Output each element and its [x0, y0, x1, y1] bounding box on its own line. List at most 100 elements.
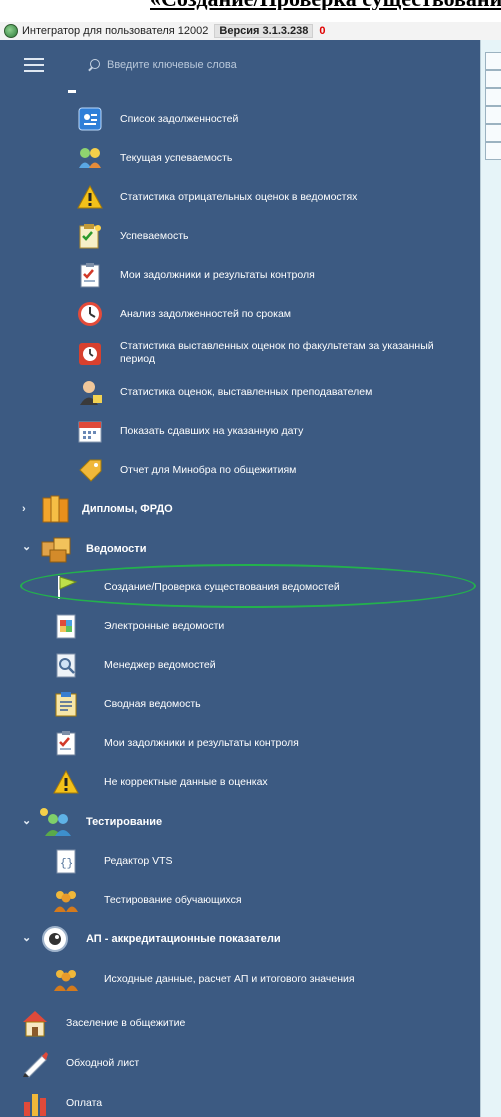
title-bar: Интегратор для пользователя 12002 Версия… [0, 22, 501, 40]
menu-item-label: Отчет для Минобра по общежитиям [120, 463, 297, 476]
notification-badge[interactable]: 0 [319, 25, 325, 37]
menu-item-payment[interactable]: Оплата [0, 1086, 480, 1117]
menu-item-label: Создание/Проверка существования ведомост… [104, 580, 340, 593]
menu-item-label: Менеджер ведомостей [104, 658, 216, 671]
menu-item-my-debtors-2[interactable]: Мои задолжники и результаты контроля [0, 728, 480, 758]
content-cell [485, 124, 501, 142]
clock-icon [78, 302, 102, 326]
chevron-down-icon: ⌄ [22, 932, 32, 944]
content-cell [485, 52, 501, 70]
hamburger-menu-icon[interactable] [24, 58, 44, 72]
teacher-icon [80, 381, 102, 405]
eye-icon [42, 926, 68, 952]
svg-text:{}: {} [60, 858, 73, 870]
menu-item-label: Успеваемость [120, 229, 189, 242]
house-icon [23, 1011, 47, 1037]
clipboard-check-icon [80, 263, 100, 288]
sidebar-topbar [0, 40, 480, 88]
section-testing[interactable]: ⌄ Тестирование [0, 804, 480, 840]
content-cell [485, 106, 501, 124]
section-label: Тестирование [86, 816, 163, 828]
group-icon [54, 891, 78, 912]
menu-item-create-vedomosti[interactable]: Создание/Проверка существования ведомост… [0, 572, 480, 602]
debt-list-icon [78, 107, 102, 131]
warning-icon [53, 769, 79, 794]
clipboard-check-icon [56, 731, 76, 756]
scroll-indicator [68, 90, 76, 93]
menu-item-ap-data[interactable]: Исходные данные, расчет АП и итогового з… [0, 964, 480, 994]
search-icon [88, 58, 101, 72]
boxes-icon [41, 537, 71, 563]
menu-item-passed-by-date[interactable]: Показать сдавших на указанную дату [0, 416, 480, 446]
content-cell [485, 70, 501, 88]
checklist-icon [79, 224, 101, 249]
menu-item-label: Статистика выставленных оценок по факуль… [120, 340, 434, 365]
menu-item-e-vedomosti[interactable]: Электронные ведомости [0, 611, 480, 641]
chevron-down-icon: ⌄ [22, 815, 32, 827]
menu-item-label: Мои задолжники и результаты контроля [104, 736, 299, 749]
app-logo-icon [4, 24, 18, 38]
content-cell [485, 142, 501, 160]
search-input[interactable] [107, 59, 427, 71]
menu-item-debt-list[interactable]: Список задолженностей [0, 104, 480, 134]
tag-icon [79, 459, 102, 482]
menu-item-label: Мои задолжники и результаты контроля [120, 268, 315, 281]
menu-item-current-progress[interactable]: Текущая успеваемость [0, 143, 480, 173]
menu-item-label: Статистика оценок, выставленных преподав… [120, 385, 373, 398]
menu-item-dorm-settlement[interactable]: Заселение в общежитие [0, 1006, 480, 1040]
menu-item-label: Оплата [66, 1097, 103, 1109]
section-label: Дипломы, ФРДО [82, 503, 173, 515]
menu-item-minobr-report[interactable]: Отчет для Минобра по общежитиям [0, 455, 480, 485]
menu-item-label: Список задолженностей [120, 112, 239, 125]
menu-item-performance[interactable]: Успеваемость [0, 221, 480, 251]
menu-item-label: Редактор VTS [104, 854, 173, 867]
group-icon [54, 970, 78, 991]
calendar-icon [78, 421, 102, 443]
menu-item-incorrect-data[interactable]: Не корректные данные в оценках [0, 767, 480, 797]
flag-icon [58, 576, 78, 599]
section-diplomas[interactable]: › Дипломы, ФРДО [0, 492, 480, 526]
content-cell [485, 88, 501, 106]
menu-item-faculty-stats[interactable]: Статистика выставленных оценок по факуль… [0, 336, 480, 372]
menu-item-label: Заселение в общежитие [66, 1017, 186, 1029]
menu-item-teacher-stats[interactable]: Статистика оценок, выставленных преподав… [0, 377, 480, 407]
menu-item-label: Анализ задолженностей по срокам [120, 307, 291, 320]
menu-item-label: Обходной лист [66, 1057, 140, 1069]
document-heading-cropped: «Создание/Проверка существования ведомос… [150, 0, 501, 10]
menu-item-label: Сводная ведомость [104, 697, 201, 710]
e-document-icon [56, 614, 76, 639]
menu-item-vedomosti-manager[interactable]: Менеджер ведомостей [0, 650, 480, 680]
bar-chart-icon [24, 1094, 46, 1116]
search-box[interactable] [88, 54, 448, 76]
books-icon [42, 495, 69, 523]
menu-item-student-testing[interactable]: Тестирование обучающихся [0, 885, 480, 915]
warning-icon [77, 184, 103, 209]
menu-item-bypass-sheet[interactable]: Обходной лист [0, 1046, 480, 1080]
chevron-right-icon: › [22, 503, 26, 515]
users-icon [40, 808, 71, 836]
document-search-icon [56, 653, 76, 678]
menu-item-my-debtors[interactable]: Мои задолжники и результаты контроля [0, 260, 480, 290]
menu-item-label: Текущая успеваемость [120, 151, 233, 164]
clipboard-icon [55, 692, 77, 717]
progress-people-icon [79, 148, 101, 168]
menu-item-debt-analysis[interactable]: Анализ задолженностей по срокам [0, 299, 480, 329]
alarm-clock-icon [79, 343, 101, 365]
menu-item-label: Статистика отрицательных оценок в ведомо… [120, 190, 358, 203]
menu-item-label: Показать сдавших на указанную дату [120, 424, 304, 437]
menu-item-summary-vedomost[interactable]: Сводная ведомость [0, 689, 480, 719]
menu-item-negative-stats[interactable]: Статистика отрицательных оценок в ведомо… [0, 182, 480, 212]
code-editor-icon: {} [56, 849, 76, 874]
app-window: «Создание/Проверка существования ведомос… [0, 0, 501, 1117]
window-title: Интегратор для пользователя 12002 [22, 25, 209, 37]
section-label: АП - аккредитационные показатели [86, 933, 281, 945]
menu-item-label: Электронные ведомости [104, 619, 225, 632]
pencil-icon [23, 1052, 48, 1078]
section-vedomosti[interactable]: ⌄ Ведомости [0, 532, 480, 566]
section-ap[interactable]: ⌄ АП - аккредитационные показатели [0, 922, 480, 956]
content-pane [480, 40, 501, 1117]
menu-item-label: Не корректные данные в оценках [104, 775, 268, 788]
chevron-down-icon: ⌄ [22, 541, 32, 553]
menu-item-vts-editor[interactable]: {} Редактор VTS [0, 846, 480, 876]
section-label: Ведомости [86, 543, 147, 555]
